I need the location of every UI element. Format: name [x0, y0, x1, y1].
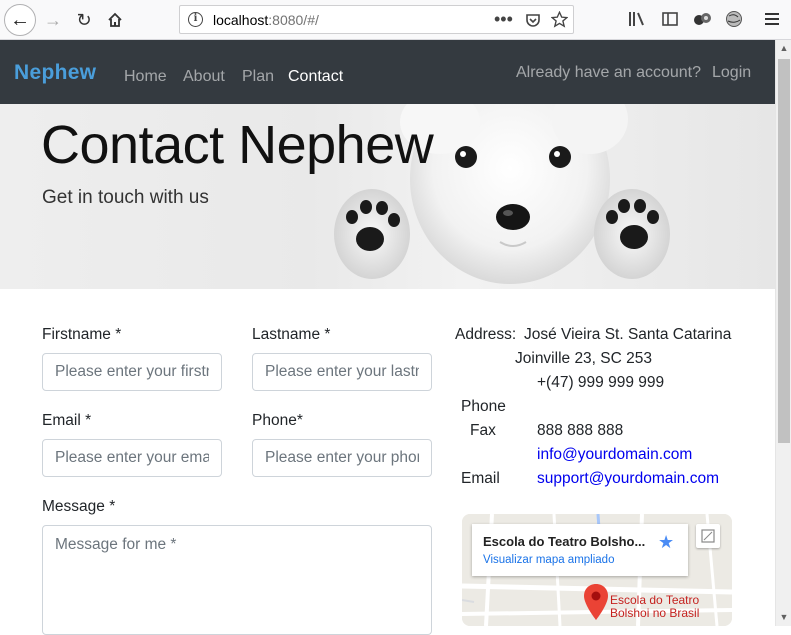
phone-label-static: Phone	[461, 398, 506, 415]
phone-input[interactable]	[252, 439, 432, 477]
fax-number: 888 888 888	[537, 422, 624, 439]
address-line-1: José Vieira St. Santa Catarina	[524, 326, 732, 343]
embedded-map[interactable]: Escola do Teatro Bolsho... Visualizar ma…	[462, 514, 732, 626]
fax-label: Fax	[470, 422, 496, 439]
home-icon	[108, 12, 122, 27]
message-textarea[interactable]	[42, 525, 432, 635]
phone-number: +(47) 999 999 999	[537, 374, 665, 391]
globe-extension-icon[interactable]	[725, 10, 743, 28]
map-place-card: Escola do Teatro Bolsho... Visualizar ma…	[472, 524, 688, 576]
url-host: localhost	[213, 12, 269, 28]
nav-contact[interactable]: Contact	[288, 68, 343, 86]
map-marker-label: Escola do Teatro Bolshoi no Brasil	[610, 594, 699, 620]
site-info-icon[interactable]: i	[188, 12, 203, 27]
back-icon: ←	[10, 8, 30, 31]
menu-icon[interactable]	[765, 12, 779, 26]
map-marker-label-line2: Bolshoi no Brasil	[610, 606, 700, 620]
nav-plan[interactable]: Plan	[242, 68, 274, 86]
address-bar[interactable]: i localhost:8080/#/ •••	[179, 5, 574, 34]
browser-toolbar: ← → ↻ i localhost:8080/#/ •••	[0, 0, 791, 40]
info-email-link[interactable]: info@yourdomain.com	[537, 446, 692, 464]
address-line-2: Joinville 23, SC 253	[515, 350, 652, 367]
phone-label: Phone*	[252, 412, 303, 429]
back-button[interactable]: ←	[4, 4, 36, 36]
page-scrollbar[interactable]: ▲ ▼	[775, 40, 791, 626]
reload-icon: ↻	[76, 9, 92, 30]
page-title: Contact Nephew	[41, 115, 434, 175]
forward-button[interactable]: →	[38, 5, 68, 35]
nav-about[interactable]: About	[183, 68, 225, 86]
url-text: localhost:8080/#/	[213, 12, 319, 28]
forward-icon: →	[44, 9, 62, 30]
reload-button[interactable]: ↻	[69, 5, 99, 35]
home-button[interactable]	[100, 5, 130, 35]
page-subtitle: Get in touch with us	[42, 187, 209, 208]
message-label: Message *	[42, 498, 116, 515]
support-email-link[interactable]: support@yourdomain.com	[537, 470, 719, 488]
address-label: Address:	[455, 326, 517, 343]
view-larger-map-link[interactable]: Visualizar mapa ampliado	[483, 554, 614, 566]
login-link[interactable]: Login	[712, 64, 751, 82]
save-place-star-icon[interactable]: ★	[658, 532, 674, 553]
pocket-icon[interactable]	[525, 12, 541, 28]
site-navbar: Nephew Home About Plan Contact Already h…	[0, 40, 775, 104]
nav-home[interactable]: Home	[124, 68, 167, 86]
extensions-icon[interactable]	[694, 11, 712, 27]
lastname-label: Lastname *	[252, 326, 331, 343]
sidebar-icon[interactable]	[662, 11, 678, 27]
three-dots-icon[interactable]: •••	[494, 9, 513, 30]
email-label-static: Email	[461, 470, 500, 487]
email-input[interactable]	[42, 439, 222, 477]
email-label: Email *	[42, 412, 92, 429]
scrollbar-thumb[interactable]	[778, 59, 790, 443]
bookmark-star-icon[interactable]	[551, 11, 568, 28]
hero-banner: Contact Nephew Get in touch with us	[0, 104, 775, 289]
library-icon[interactable]	[628, 11, 646, 27]
map-place-title: Escola do Teatro Bolsho...	[483, 534, 646, 549]
map-expand-icon[interactable]	[696, 524, 720, 548]
lastname-input[interactable]	[252, 353, 432, 391]
firstname-label: Firstname *	[42, 326, 122, 343]
account-prompt-link[interactable]: Already have an account?	[516, 64, 701, 82]
firstname-input[interactable]	[42, 353, 222, 391]
scroll-up-arrow-icon[interactable]: ▲	[776, 40, 791, 57]
brand-logo[interactable]: Nephew	[14, 61, 96, 85]
scroll-down-arrow-icon[interactable]: ▼	[776, 609, 791, 626]
url-path: :8080/#/	[268, 12, 319, 28]
map-marker-icon[interactable]	[584, 584, 608, 620]
